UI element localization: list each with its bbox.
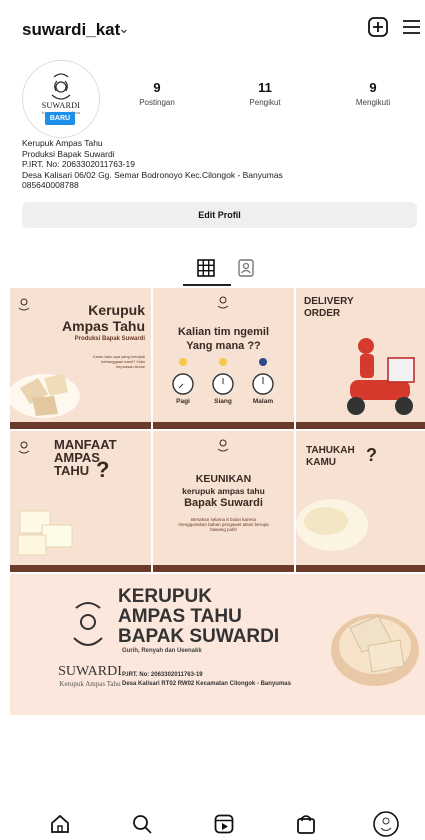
bio-line: Produksi Bapak Suwardi [22, 148, 115, 159]
bio-line: Kerupuk Ampas Tahu [22, 138, 103, 148]
post-title: KEUNIKAN [195, 473, 252, 485]
tofu-image [17, 510, 73, 556]
tagged-icon[interactable] [236, 258, 256, 283]
new-badge: BARU [45, 112, 75, 125]
banner-title: BAPAK SUWARDI [118, 626, 280, 647]
bottom-nav [0, 806, 425, 840]
post-text: Kamu tahu apa yang menjadi kebanggaan ka… [92, 354, 145, 369]
posts-label: Postingan [139, 98, 175, 107]
grid-icon[interactable] [196, 258, 216, 283]
profile-tabs [0, 252, 425, 288]
clock-label: Pagi [176, 398, 190, 405]
menu-icon[interactable] [398, 14, 424, 40]
banner-title: KERUPUK [118, 586, 212, 607]
bio-line: P.IRT. No: 2063302011763-19 [22, 159, 135, 170]
profile-bio: Kerupuk Ampas Tahu Produksi Bapak Suward… [22, 138, 417, 191]
avatar-brand: SUWARDI [41, 101, 81, 110]
top-bar: suwardi_kat ⌄ [0, 0, 425, 56]
active-tab-indicator [183, 284, 231, 286]
edit-profile-button[interactable]: Edit Profil [22, 202, 417, 228]
followers-label: Pengikut [249, 98, 281, 107]
post-title: kerupuk ampas tahu [182, 486, 265, 496]
banner-title: AMPAS TAHU [118, 606, 242, 627]
post-title: Kalian tim ngemil [177, 326, 270, 338]
post-title: DELIVERY [304, 296, 354, 307]
post-title: TAHU [54, 463, 90, 478]
post-footer-bar [296, 565, 425, 572]
followers-count: 11 [258, 80, 272, 95]
post-tile[interactable]: TAHUKAH KAMU ? [296, 431, 425, 572]
post-title: KAMU [306, 457, 336, 468]
following-stat[interactable]: 9 Mengikuti [328, 80, 418, 107]
posts-count: 9 [153, 80, 161, 95]
bio-phone[interactable]: 085640008788 [22, 180, 417, 191]
shop-icon[interactable] [292, 810, 320, 838]
profile-icon[interactable] [372, 810, 400, 838]
reels-icon[interactable] [210, 810, 238, 838]
cracker-image [10, 374, 80, 418]
bio-line: Desa Kalisari 06/02 Gg. Semar Bodronoyo … [22, 169, 283, 180]
home-icon[interactable] [46, 810, 74, 838]
logo-icon [18, 441, 30, 454]
clocks-illustration [172, 358, 274, 395]
logo-icon [217, 296, 229, 309]
post-tile[interactable]: Kalian tim ngemil Yang mana ?? Pagi Sian… [153, 288, 294, 429]
post-tile-banner[interactable]: SUWARDI Kerupuk Ampas Tahu KERUPUK AMPAS… [10, 574, 425, 715]
post-question-mark: ? [96, 457, 110, 482]
post-footer-bar [153, 422, 294, 429]
following-label: Mengikuti [355, 98, 391, 107]
post-footer-bar [153, 565, 294, 572]
post-title: TAHUKAH [306, 445, 355, 456]
post-footer-bar [10, 565, 151, 572]
post-tile[interactable]: DELIVERY ORDER [296, 288, 425, 429]
post-text: Bertahan selama 8 bulan karena menggunak… [178, 517, 269, 532]
clock-label: Malam [252, 398, 274, 405]
logo-icon [18, 298, 30, 311]
clock-label: Siang [214, 398, 232, 405]
logo-icon [51, 73, 71, 100]
posts-grid: Kerupuk Ampas Tahu Produksi Bapak Suward… [10, 288, 425, 718]
crackers-plate-image [331, 614, 419, 686]
logo-icon [73, 602, 103, 646]
post-tile[interactable]: KEUNIKAN kerupuk ampas tahu Bapak Suward… [153, 431, 294, 572]
banner-tagline: Gurih, Renyah dan Ueenakk [122, 648, 202, 654]
chevron-down-icon[interactable]: ⌄ [118, 20, 130, 37]
post-tile[interactable]: MANFAAT AMPAS TAHU ? [10, 431, 151, 572]
post-title: Yang mana ?? [186, 340, 261, 352]
post-title: Ampas Tahu [62, 318, 145, 334]
following-count: 9 [369, 80, 377, 95]
scooter-illustration [347, 338, 415, 415]
post-title: Kerupuk [88, 302, 145, 318]
username[interactable]: suwardi_kat [22, 20, 120, 40]
profile-avatar[interactable]: SUWARDI Kerupuk Ampas Tahu [22, 60, 100, 138]
logo-icon [217, 439, 229, 452]
post-footer-bar [10, 422, 151, 429]
plus-square-icon[interactable] [365, 14, 391, 40]
post-subtitle: Produksi Bapak Suwardi [74, 336, 145, 342]
post-title: ORDER [304, 308, 341, 319]
posts-stat[interactable]: 9 Postingan [112, 80, 202, 107]
followers-stat[interactable]: 11 Pengikut [220, 80, 310, 107]
banner-address: Desa Kalisari RT02 RW02 Kecamatan Cilong… [122, 681, 291, 687]
banner-irt: P.IRT. No: 2063302011763-19 [122, 672, 203, 678]
post-question-mark: ? [366, 445, 377, 465]
post-tile[interactable]: Kerupuk Ampas Tahu Produksi Bapak Suward… [10, 288, 151, 429]
post-footer-bar [296, 422, 425, 429]
search-icon[interactable] [128, 810, 156, 838]
ampas-image [296, 499, 368, 551]
post-title: Bapak Suwardi [184, 497, 263, 509]
